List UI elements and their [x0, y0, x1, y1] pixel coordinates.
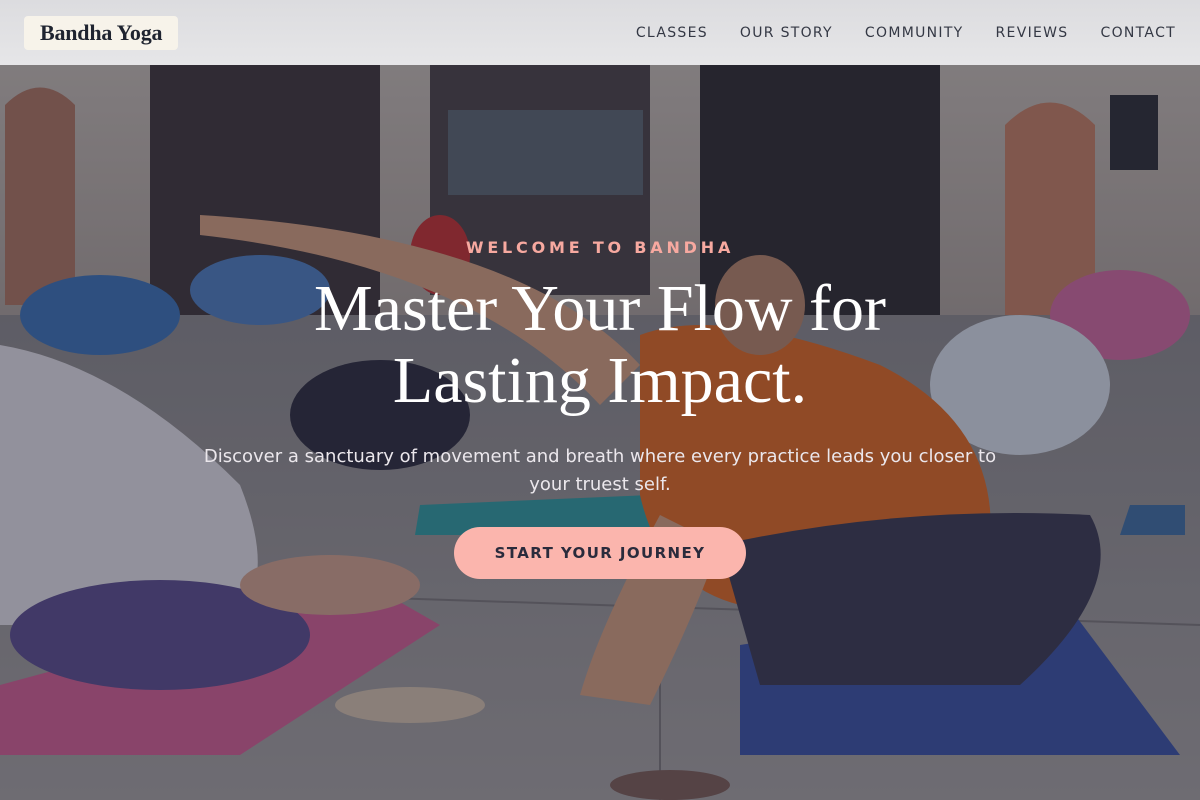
hero-eyebrow: WELCOME TO BANDHA — [465, 238, 735, 257]
main-nav: CLASSES OUR STORY COMMUNITY REVIEWS CONT… — [636, 25, 1176, 41]
hero-section: WELCOME TO BANDHA Master Your Flow for L… — [0, 65, 1200, 800]
nav-item-our-story[interactable]: OUR STORY — [740, 25, 833, 41]
nav-item-community[interactable]: COMMUNITY — [865, 25, 964, 41]
nav-item-contact[interactable]: CONTACT — [1101, 25, 1177, 41]
hero-content: WELCOME TO BANDHA Master Your Flow for L… — [0, 65, 1200, 800]
site-header: Bandha Yoga CLASSES OUR STORY COMMUNITY … — [0, 0, 1200, 65]
brand-logo[interactable]: Bandha Yoga — [24, 15, 179, 50]
nav-item-classes[interactable]: CLASSES — [636, 25, 708, 41]
nav-item-reviews[interactable]: REVIEWS — [996, 25, 1069, 41]
start-journey-button[interactable]: START YOUR JOURNEY — [454, 527, 746, 579]
hero-subtext: Discover a sanctuary of movement and bre… — [203, 446, 997, 495]
hero-headline: Master Your Flow for Lasting Impact. — [313, 272, 887, 417]
